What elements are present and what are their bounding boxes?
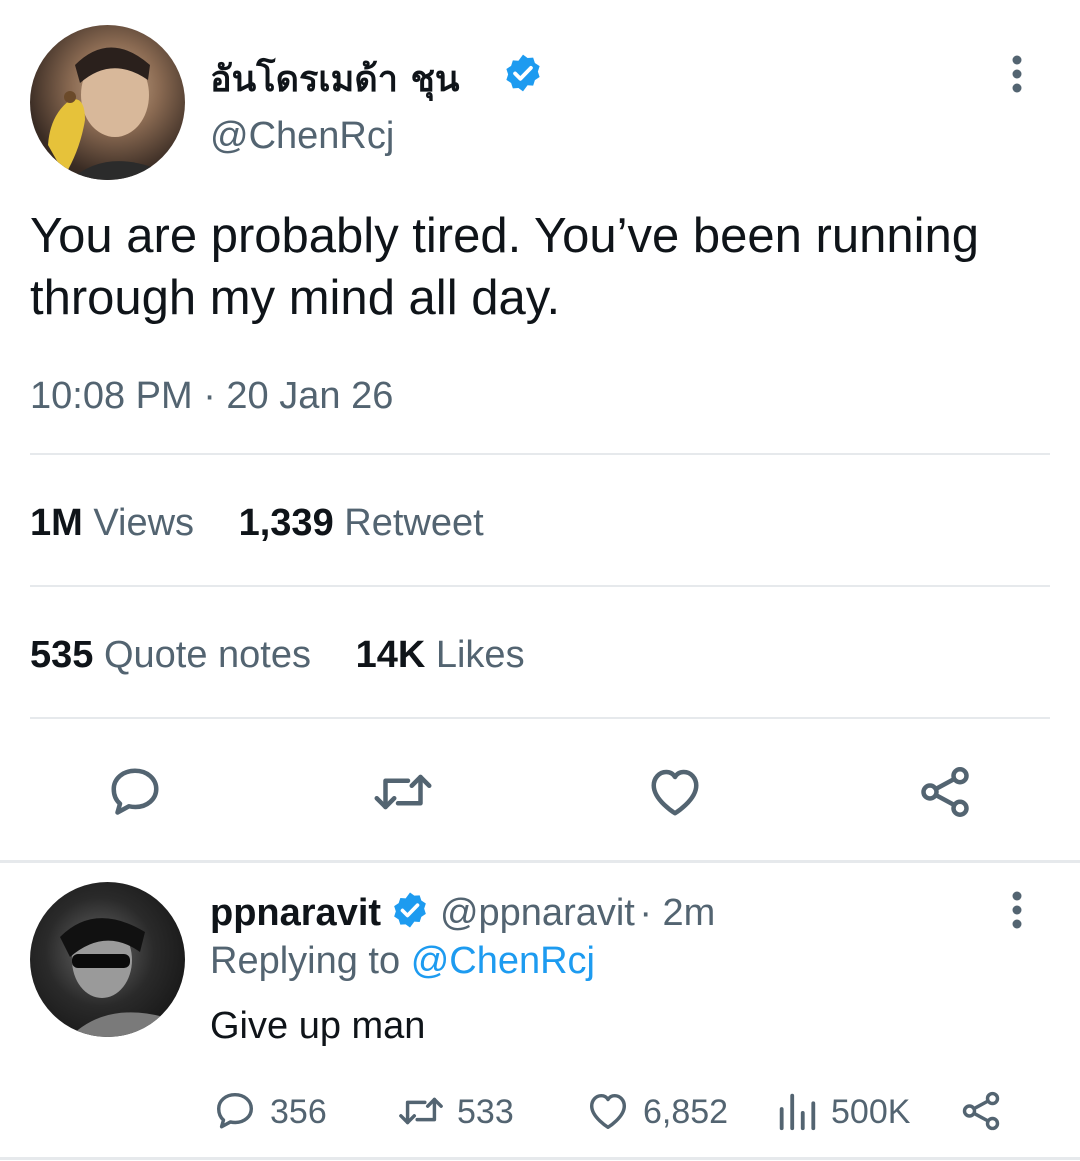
retweet-count: 1,339 [238,502,334,544]
likes-stat[interactable]: 14K Likes [356,634,525,676]
replying-to-label: Replying to [210,940,401,982]
reply-text: Give up man [210,1005,426,1047]
likes-label: Likes [435,634,525,676]
reply-action-retweet-count: 533 [457,1093,514,1131]
reply-time[interactable]: · 2m [639,892,715,934]
reply-action-reply-icon[interactable] [212,1088,258,1139]
author-name[interactable]: อันโดรเมด้า ชุน [210,50,460,107]
quote-count: 535 [30,634,94,676]
replying-to: Replying to @ChenRcj [210,940,595,983]
stats-row-2: 535 Quote notes 14K Likes [30,634,525,677]
retweet-icon[interactable] [370,762,436,827]
author-handle[interactable]: @ChenRcj [210,115,394,158]
quote-label: Quote notes [103,634,312,676]
views-stat[interactable]: 1M Views [30,502,205,544]
retweet-stat[interactable]: 1,339 Retweet [239,502,484,544]
tweet-text: You are probably tired. You’ve been runn… [30,205,1070,329]
divider [30,453,1050,455]
reply-header: ppnaravit @ppnaravit · 2m [210,890,715,935]
reply-action-share-icon[interactable] [958,1088,1004,1139]
divider [30,717,1050,719]
views-count: 1M [30,502,83,544]
reply-more-icon[interactable] [1000,888,1034,937]
reply-action-reply-count: 356 [270,1093,327,1131]
reply-author-name[interactable]: ppnaravit [210,892,381,934]
tweet-text-line-1: You are probably tired. You’ve been runn… [30,209,979,263]
tweet-timestamp[interactable]: 10:08 PM · 20 Jan 26 [30,375,393,418]
quote-stat[interactable]: 535 Quote notes [30,634,322,676]
reply-action-like-icon[interactable] [585,1088,631,1139]
divider [30,585,1050,587]
section-divider [0,860,1080,863]
reply-author-handle[interactable]: @ppnaravit [440,892,635,934]
more-icon[interactable] [1000,52,1034,101]
reply-action-like-count: 6,852 [643,1093,729,1131]
likes-count: 14K [355,634,426,676]
verified-badge-icon [502,52,544,99]
views-label: Views [93,502,195,544]
replying-to-handle[interactable]: @ChenRcj [411,940,595,982]
views-icon[interactable] [775,1088,819,1139]
reply-action-views-count: 500K [831,1093,911,1131]
like-icon[interactable] [645,762,705,827]
reply-icon[interactable] [105,762,165,827]
retweet-label: Retweet [344,502,484,544]
tweet-text-line-2: through my mind all day. [30,271,561,325]
stats-row-1: 1M Views 1,339 Retweet [30,502,484,545]
reply-author-avatar[interactable] [30,882,185,1037]
verified-badge-icon [390,890,430,935]
author-avatar[interactable] [30,25,185,180]
bottom-divider [0,1157,1080,1160]
reply-action-retweet-icon[interactable] [395,1088,447,1139]
share-icon[interactable] [915,762,975,827]
